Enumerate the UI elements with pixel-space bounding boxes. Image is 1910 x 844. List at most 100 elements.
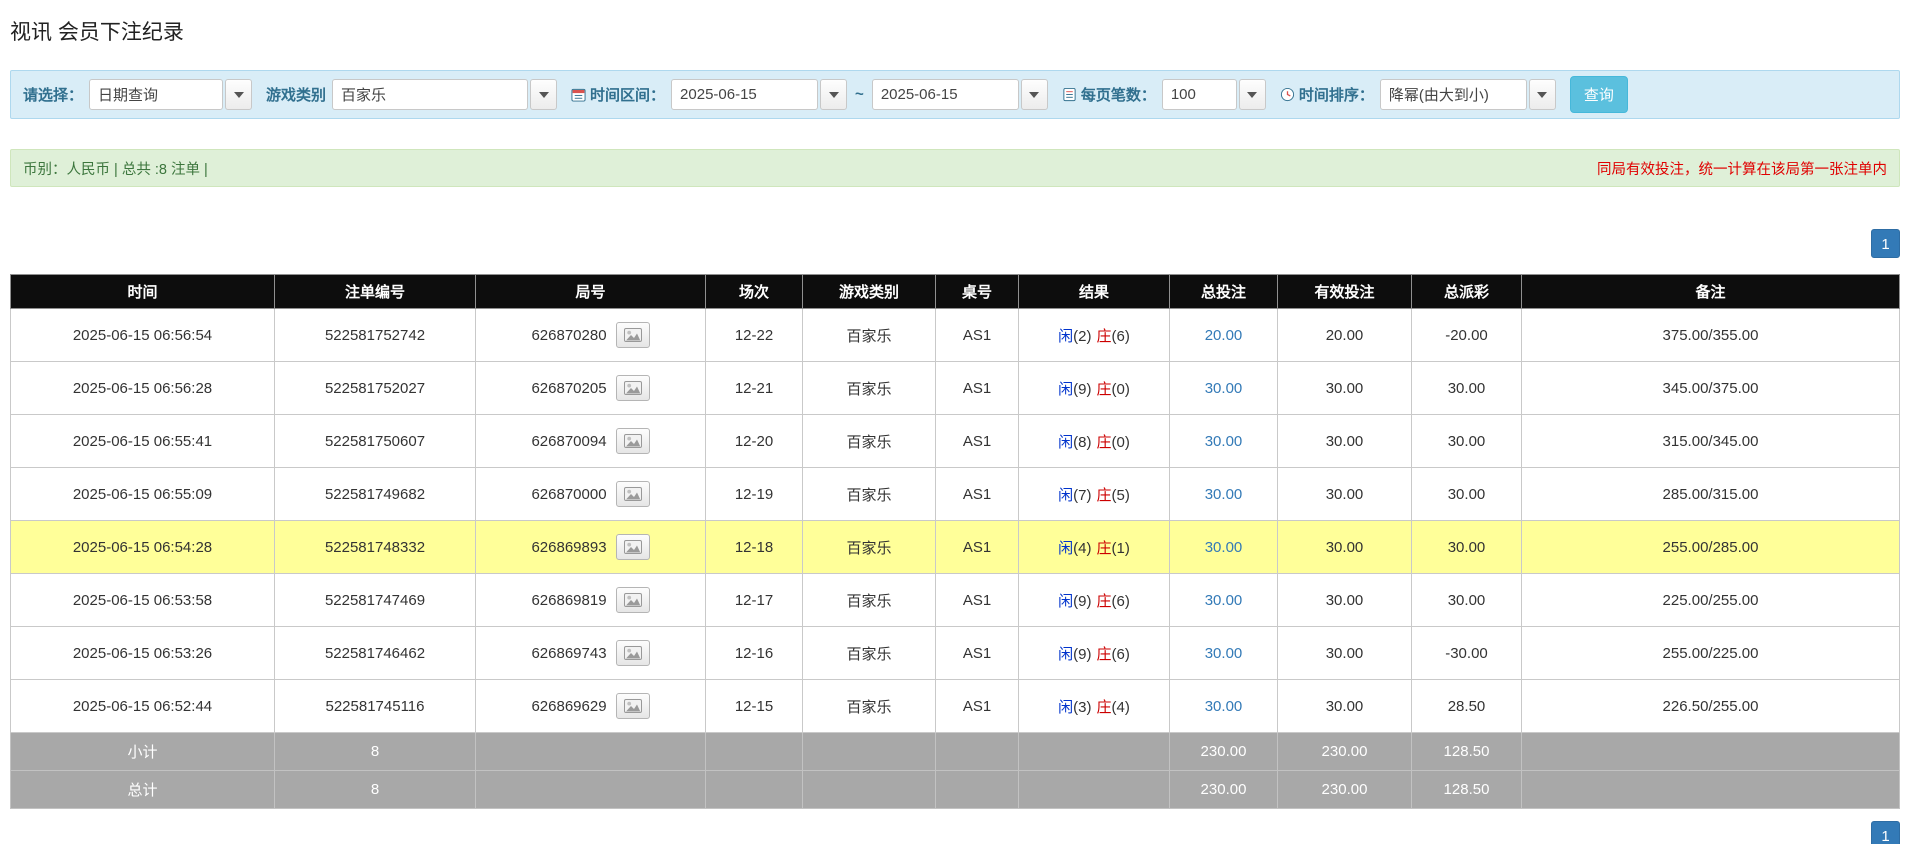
cell-valid-bet: 30.00 bbox=[1278, 680, 1412, 733]
subtotal-valid-bet: 230.00 bbox=[1278, 733, 1412, 771]
time-sort-dropdown-button[interactable] bbox=[1529, 79, 1556, 110]
result-player-score: (8) bbox=[1073, 434, 1091, 451]
query-type-dropdown-button[interactable] bbox=[225, 79, 252, 110]
cell-game-type: 百家乐 bbox=[803, 468, 936, 521]
film-icon bbox=[624, 593, 642, 607]
game-type-dropdown-button[interactable] bbox=[530, 79, 557, 110]
result-player-label: 闲 bbox=[1058, 328, 1073, 345]
subtotal-label: 小计 bbox=[11, 733, 275, 771]
video-replay-button[interactable] bbox=[616, 534, 650, 560]
cell-round-id: 626869819 bbox=[476, 574, 706, 627]
cell-total-bet: 30.00 bbox=[1170, 574, 1278, 627]
same-round-notice-text: 同局有效投注，统一计算在该局第一张注单内 bbox=[1597, 158, 1887, 179]
cell-payout: 30.00 bbox=[1412, 521, 1522, 574]
date-from-dropdown-button[interactable] bbox=[820, 79, 847, 110]
page-1-button[interactable]: 1 bbox=[1871, 229, 1900, 258]
film-icon bbox=[624, 646, 642, 660]
page-size-label: 每页笔数： bbox=[1062, 84, 1156, 105]
cell-remark: 375.00/355.00 bbox=[1522, 309, 1900, 362]
subtotal-empty-cell bbox=[1019, 733, 1170, 771]
game-type-combobox bbox=[332, 79, 557, 110]
cell-session: 12-21 bbox=[706, 362, 803, 415]
total-bet-link[interactable]: 30.00 bbox=[1205, 486, 1243, 503]
page-1-button-bottom[interactable]: 1 bbox=[1871, 821, 1900, 844]
total-bet-link[interactable]: 30.00 bbox=[1205, 645, 1243, 662]
total-bet-link[interactable]: 30.00 bbox=[1205, 539, 1243, 556]
cell-result: 闲(9)庄(0) bbox=[1019, 362, 1170, 415]
query-type-input[interactable] bbox=[89, 79, 223, 110]
cell-payout: 30.00 bbox=[1412, 415, 1522, 468]
table-header-row: 时间注单编号局号场次游戏类别桌号结果总投注有效投注总派彩备注 bbox=[11, 275, 1900, 309]
result-banker-label: 庄 bbox=[1097, 381, 1112, 398]
result-player-label: 闲 bbox=[1058, 434, 1073, 451]
cell-round-id: 626870000 bbox=[476, 468, 706, 521]
result-player-score: (2) bbox=[1073, 328, 1091, 345]
video-replay-button[interactable] bbox=[616, 375, 650, 401]
column-header-8: 有效投注 bbox=[1278, 275, 1412, 309]
total-bet-link[interactable]: 20.00 bbox=[1205, 327, 1243, 344]
table-row: 2025-06-15 06:54:28 522581748332 6268698… bbox=[11, 521, 1900, 574]
pagination-bottom: 1 bbox=[10, 821, 1900, 844]
date-from-input[interactable] bbox=[671, 79, 818, 110]
cell-table-no: AS1 bbox=[936, 680, 1019, 733]
page-size-combobox bbox=[1162, 79, 1266, 110]
page-size-input[interactable] bbox=[1162, 79, 1237, 110]
time-sort-combobox bbox=[1380, 79, 1556, 110]
table-row: 2025-06-15 06:53:58 522581747469 6268698… bbox=[11, 574, 1900, 627]
cell-table-no: AS1 bbox=[936, 468, 1019, 521]
video-replay-button[interactable] bbox=[616, 640, 650, 666]
total-bet-link[interactable]: 30.00 bbox=[1205, 592, 1243, 609]
time-sort-label: 时间排序： bbox=[1280, 84, 1374, 105]
query-type-combobox bbox=[89, 79, 252, 110]
cell-result: 闲(9)庄(6) bbox=[1019, 574, 1170, 627]
date-range-separator: ~ bbox=[853, 86, 866, 103]
round-number: 626870000 bbox=[531, 486, 606, 503]
time-sort-label-text: 时间排序： bbox=[1299, 84, 1374, 105]
page-size-dropdown-button[interactable] bbox=[1239, 79, 1266, 110]
round-number: 626869893 bbox=[531, 539, 606, 556]
result-banker-score: (6) bbox=[1112, 646, 1130, 663]
total-bet-link[interactable]: 30.00 bbox=[1205, 433, 1243, 450]
film-icon bbox=[624, 699, 642, 713]
cell-result: 闲(7)庄(5) bbox=[1019, 468, 1170, 521]
game-type-input[interactable] bbox=[332, 79, 528, 110]
cell-session: 12-17 bbox=[706, 574, 803, 627]
video-replay-button[interactable] bbox=[616, 587, 650, 613]
cell-time: 2025-06-15 06:55:41 bbox=[11, 415, 275, 468]
cell-payout: -20.00 bbox=[1412, 309, 1522, 362]
cell-session: 12-15 bbox=[706, 680, 803, 733]
cell-payout: 30.00 bbox=[1412, 574, 1522, 627]
round-number: 626869629 bbox=[531, 698, 606, 715]
page-container: 视讯 会员下注纪录 请选择： 游戏类别 时间区间： ~ bbox=[0, 0, 1910, 844]
date-to-dropdown-button[interactable] bbox=[1021, 79, 1048, 110]
cell-round-id: 626869893 bbox=[476, 521, 706, 574]
result-player-score: (7) bbox=[1073, 487, 1091, 504]
grand-total-row: 总计 8 230.00 230.00 128.50 bbox=[11, 771, 1900, 809]
search-button[interactable]: 查询 bbox=[1570, 76, 1628, 113]
film-icon bbox=[624, 381, 642, 395]
result-player-score: (9) bbox=[1073, 381, 1091, 398]
cell-time: 2025-06-15 06:56:28 bbox=[11, 362, 275, 415]
result-player-label: 闲 bbox=[1058, 487, 1073, 504]
total-bet-link[interactable]: 30.00 bbox=[1205, 698, 1243, 715]
time-sort-input[interactable] bbox=[1380, 79, 1527, 110]
subtotal-empty-cell bbox=[706, 733, 803, 771]
cell-session: 12-20 bbox=[706, 415, 803, 468]
select-type-label-text: 请选择： bbox=[23, 84, 83, 105]
cell-bet-id: 522581747469 bbox=[275, 574, 476, 627]
cell-valid-bet: 30.00 bbox=[1278, 574, 1412, 627]
total-bet-link[interactable]: 30.00 bbox=[1205, 380, 1243, 397]
video-replay-button[interactable] bbox=[616, 322, 650, 348]
video-replay-button[interactable] bbox=[616, 481, 650, 507]
column-header-6: 结果 bbox=[1019, 275, 1170, 309]
result-player-label: 闲 bbox=[1058, 381, 1073, 398]
cell-round-id: 626870094 bbox=[476, 415, 706, 468]
total-empty-cell bbox=[1019, 771, 1170, 809]
total-empty-cell bbox=[1522, 771, 1900, 809]
video-replay-button[interactable] bbox=[616, 428, 650, 454]
cell-table-no: AS1 bbox=[936, 362, 1019, 415]
column-header-5: 桌号 bbox=[936, 275, 1019, 309]
date-to-input[interactable] bbox=[872, 79, 1019, 110]
video-replay-button[interactable] bbox=[616, 693, 650, 719]
subtotal-empty-cell bbox=[476, 733, 706, 771]
